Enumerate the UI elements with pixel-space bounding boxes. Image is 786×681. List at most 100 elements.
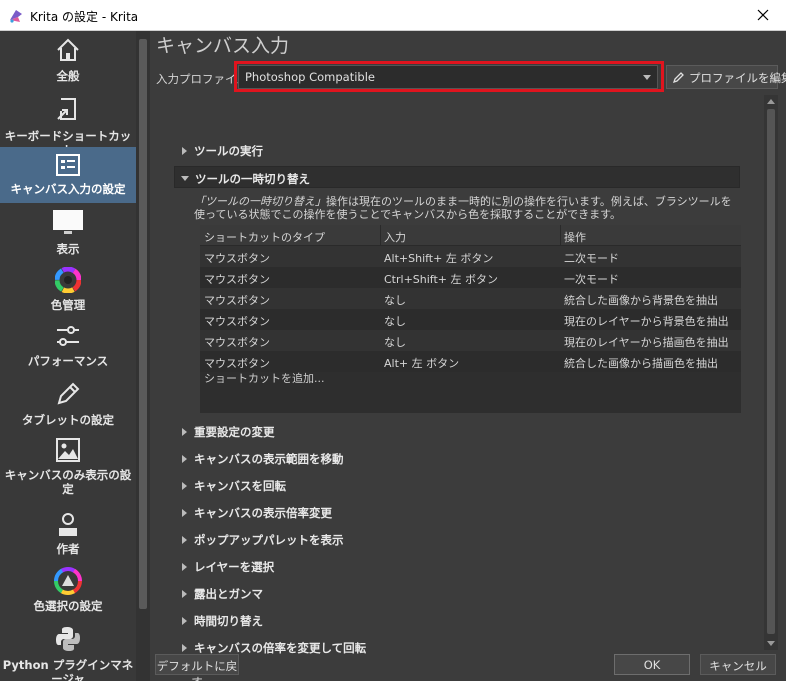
sidebar-item-python-plugins[interactable]: Python プラグインマネージャ [0, 625, 136, 681]
sidebar-item-author[interactable]: 作者 [0, 511, 136, 563]
section-label: キャンバスの表示倍率変更 [194, 506, 332, 520]
table-row[interactable]: マウスボタン なし 現在のレイヤーから描画色を抽出 [200, 330, 741, 351]
chevron-right-icon [182, 147, 187, 155]
author-icon [59, 513, 77, 536]
section-label: ツールの実行 [194, 144, 263, 158]
description-emphasis: 「ツールの一時切り替え」 [194, 195, 326, 208]
sidebar-scrollbar[interactable] [136, 31, 150, 681]
cancel-button[interactable]: キャンセル [700, 654, 776, 675]
chevron-right-icon [182, 482, 187, 490]
table-cell: マウスボタン [204, 252, 270, 265]
table-cell: なし [384, 315, 406, 328]
table-cell: なし [384, 294, 406, 307]
image-icon [56, 438, 80, 462]
scroll-down-icon[interactable] [767, 641, 775, 646]
table-header: ショートカットのタイプ 入力 操作 [200, 225, 741, 246]
section-label: キャンバスの表示範囲を移動 [194, 452, 344, 466]
chevron-right-icon [182, 536, 187, 544]
title-bar: Krita の設定 - Krita [0, 0, 786, 31]
table-cell: マウスボタン [204, 336, 270, 349]
sidebar-item-label: 全般 [56, 69, 80, 83]
sidebar-item-label: 作者 [56, 542, 80, 556]
section-rotate-canvas[interactable]: キャンバスを回転 [174, 474, 740, 496]
sidebar-item-label: 色管理 [50, 298, 86, 312]
section-tool-invocation[interactable]: ツールの実行 [174, 139, 740, 161]
table-cell: Alt+Shift+ 左 ボタン [384, 252, 494, 265]
sidebar-item-label: 色選択の設定 [33, 599, 103, 613]
settings-sidebar: 全般 キーボードショートカット キャンバス入力の設定 表示 [0, 31, 150, 681]
section-label: キャンバスの倍率を変更して回転 [194, 641, 367, 655]
section-switch-time[interactable]: 時間切り替え [174, 609, 740, 631]
edit-profile-label: プロファイルを編集 [689, 71, 786, 85]
chevron-right-icon [182, 644, 187, 652]
sidebar-item-keyboard-shortcuts[interactable]: キーボードショートカット [0, 97, 136, 157]
window-close-button[interactable] [740, 0, 786, 31]
add-shortcut-row[interactable]: ショートカットを追加... [204, 370, 325, 386]
main-panel: キャンバス入力 入力プロファイル Photoshop Compatible プロ… [150, 31, 786, 681]
section-pan-canvas[interactable]: キャンバスの表示範囲を移動 [174, 447, 740, 469]
chevron-right-icon [182, 509, 187, 517]
table-row[interactable]: マウスボタン Alt+Shift+ 左 ボタン 二次モード [200, 246, 741, 267]
edit-profile-button[interactable]: プロファイルを編集 [666, 65, 786, 89]
section-label: ツールの一時切り替え [195, 172, 310, 186]
table-row[interactable]: マウスボタン なし 現在のレイヤーから背景色を抽出 [200, 309, 741, 330]
table-cell: 統合した画像から背景色を抽出 [564, 294, 718, 307]
table-row[interactable]: マウスボタン なし 統合した画像から背景色を抽出 [200, 288, 741, 309]
ok-button[interactable]: OK [614, 654, 690, 675]
section-change-primary-setting[interactable]: 重要設定の変更 [174, 420, 740, 442]
sidebar-item-general[interactable]: 全般 [0, 37, 136, 93]
shortcut-icon [57, 98, 76, 120]
pen-icon [57, 382, 80, 405]
section-select-layer[interactable]: レイヤーを選択 [174, 555, 740, 577]
sidebar-item-label: 表示 [56, 242, 80, 256]
shortcut-table: ショートカットのタイプ 入力 操作 マウスボタン Alt+Shift+ 左 ボタ… [200, 225, 741, 413]
sidebar-item-color-selector[interactable]: 色選択の設定 [0, 567, 136, 619]
table-cell: マウスボタン [204, 315, 270, 328]
section-label: 重要設定の変更 [194, 425, 275, 439]
restore-defaults-button[interactable]: デフォルトに戻す [155, 654, 239, 681]
column-header[interactable]: ショートカットのタイプ [204, 229, 325, 245]
table-row[interactable]: マウスボタン Alt+ 左 ボタン 統合した画像から描画色を抽出 [200, 351, 741, 372]
section-zoom-canvas[interactable]: キャンバスの表示倍率変更 [174, 501, 740, 523]
sidebar-item-label: Python プラグインマネージャ [2, 658, 134, 681]
table-cell: 現在のレイヤーから描画色を抽出 [564, 336, 729, 349]
main-scrollbar[interactable] [764, 95, 778, 650]
table-cell: マウスボタン [204, 273, 270, 286]
column-header[interactable]: 入力 [384, 229, 406, 245]
section-exposure-gamma[interactable]: 露出とガンマ [174, 582, 740, 604]
sidebar-item-color-management[interactable]: 色管理 [0, 267, 136, 319]
window-title: Krita の設定 - Krita [30, 10, 139, 24]
color-selector-icon [54, 567, 82, 595]
sidebar-scrollbar-thumb[interactable] [139, 39, 147, 609]
sidebar-item-performance[interactable]: パフォーマンス [0, 323, 136, 375]
table-cell: マウスボタン [204, 357, 270, 370]
sidebar-item-canvas-input[interactable]: キャンバス入力の設定 [0, 147, 136, 203]
home-icon [57, 38, 79, 61]
chevron-down-icon [181, 176, 189, 181]
chevron-right-icon [182, 617, 187, 625]
sidebar-item-display[interactable]: 表示 [0, 209, 136, 261]
main-scrollbar-thumb[interactable] [767, 109, 775, 634]
table-row[interactable]: マウスボタン Ctrl+Shift+ 左 ボタン 一次モード [200, 267, 741, 288]
chevron-right-icon [182, 428, 187, 436]
color-wheel-icon [55, 267, 81, 293]
sidebar-item-canvas-only[interactable]: キャンバスのみ表示の設定 [0, 437, 136, 501]
highlight-box [234, 61, 664, 92]
column-header[interactable]: 操作 [564, 229, 586, 245]
chevron-right-icon [182, 455, 187, 463]
section-label: 時間切り替え [194, 614, 263, 628]
sidebar-item-label: キャンバスのみ表示の設定 [4, 468, 132, 496]
section-label: レイヤーを選択 [194, 560, 275, 574]
section-popup-palette[interactable]: ポップアップパレットを表示 [174, 528, 740, 550]
table-cell: 二次モード [564, 252, 619, 265]
sidebar-item-tablet[interactable]: タブレットの設定 [0, 381, 136, 433]
table-cell: 統合した画像から描画色を抽出 [564, 357, 718, 370]
scroll-up-icon[interactable] [767, 99, 775, 104]
table-cell: 現在のレイヤーから背景色を抽出 [564, 315, 729, 328]
table-cell: Ctrl+Shift+ 左 ボタン [384, 273, 499, 286]
section-alternate-invocation[interactable]: ツールの一時切り替え [174, 166, 740, 188]
python-icon [56, 627, 80, 651]
krita-app-icon [8, 8, 24, 24]
section-label: 露出とガンマ [194, 587, 263, 601]
table-cell: Alt+ 左 ボタン [384, 357, 460, 370]
